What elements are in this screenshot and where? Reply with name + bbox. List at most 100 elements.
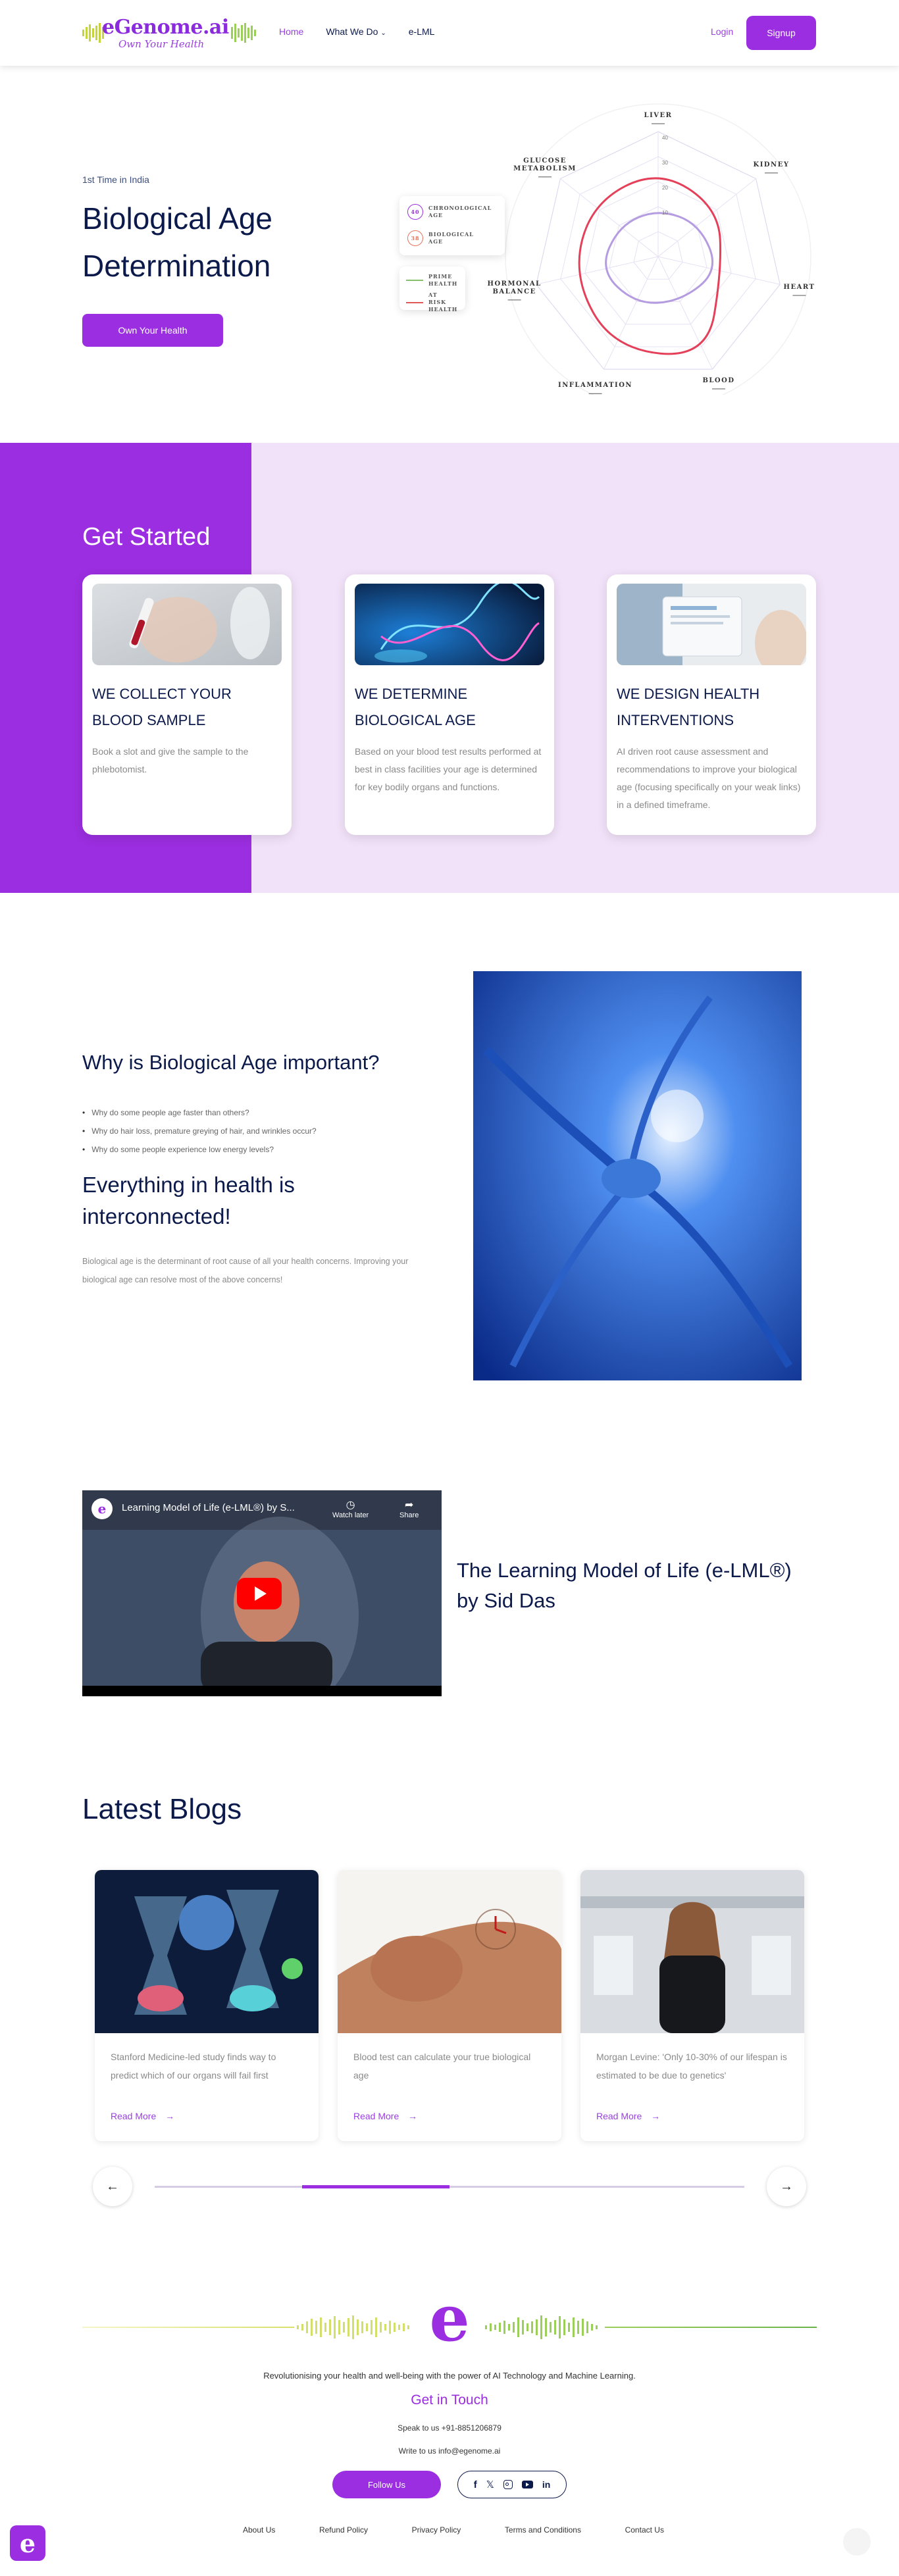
nav-what-we-do[interactable]: What We Do ⌄ <box>326 26 386 37</box>
own-your-health-button[interactable]: Own Your Health <box>82 314 223 347</box>
wave-bar <box>513 2322 515 2333</box>
social-links: f 𝕏 in <box>457 2471 567 2498</box>
main-nav: Home What We Do ⌄ e-LML <box>279 26 434 37</box>
wave-bar <box>527 2323 528 2331</box>
nav-elml[interactable]: e-LML <box>409 26 435 37</box>
page: eGenome.ai Own Your Health Home What We … <box>0 0 899 2576</box>
read-more-link[interactable]: Read More → <box>353 2111 417 2121</box>
wave-bar <box>324 2323 326 2332</box>
footer-phone[interactable]: Speak to us +91-8851206879 <box>0 2423 899 2433</box>
biological-age-radar: LIVER KIDNEY HEART BLOOD INFLAMMATION HORMONA… <box>395 79 816 410</box>
instagram-icon[interactable] <box>503 2480 513 2489</box>
blog-image-organs <box>95 1870 319 2033</box>
footer-link-privacy[interactable]: Privacy Policy <box>412 2525 461 2535</box>
read-more-link[interactable]: Read More → <box>111 2111 174 2121</box>
video-channel-logo[interactable]: e <box>91 1498 113 1519</box>
footer-link-contact[interactable]: Contact Us <box>625 2525 664 2535</box>
radar-spoke <box>536 256 659 285</box>
logo-wave-left <box>82 22 104 43</box>
footer-line-right <box>605 2327 817 2328</box>
blog-image-wrist <box>338 1870 561 2033</box>
radar-ticks: 40 30 20 10 <box>662 135 668 216</box>
wave-bar <box>375 2317 377 2337</box>
logo[interactable]: eGenome.ai Own Your Health <box>82 16 256 55</box>
step-title: WE DETERMINE BIOLOGICAL AGE <box>355 686 476 728</box>
blog-card[interactable]: Morgan Levine: 'Only 10-30% of our lifes… <box>580 1870 804 2141</box>
scroll-to-top-button[interactable] <box>843 2528 871 2556</box>
radar-series-line <box>605 212 714 304</box>
footer-email[interactable]: Write to us info@egenome.ai <box>0 2446 899 2456</box>
facebook-icon[interactable]: f <box>474 2479 477 2490</box>
wave-bar <box>394 2323 396 2332</box>
wave-bar <box>586 2321 588 2333</box>
wave-bar <box>301 2324 303 2331</box>
arrow-right-icon: → <box>651 2111 661 2121</box>
wave-bar <box>311 2319 313 2336</box>
wave-bar <box>554 2320 556 2335</box>
arrow-right-icon: → <box>408 2111 418 2121</box>
arrow-left-icon: ← <box>106 2179 119 2194</box>
radar-tick-label: 30 <box>662 160 668 166</box>
prev-slide-button[interactable]: ← <box>93 2167 132 2206</box>
signup-button[interactable]: Signup <box>746 16 816 50</box>
radar-axis-label: BALANCE <box>492 288 536 295</box>
share-icon: ➦ <box>404 1500 414 1511</box>
radar-axis-label: HORMONAL <box>488 280 542 288</box>
why-bullets: Why do some people age faster than other… <box>82 1103 317 1159</box>
step-card-collect: WE COLLECT YOUR BLOOD SAMPLE Book a slot… <box>82 574 292 835</box>
wave-bar <box>563 2319 565 2335</box>
x-icon[interactable]: 𝕏 <box>486 2479 494 2490</box>
biological-age-label: BIOLOGICAL AGE <box>428 231 474 245</box>
wave-bar <box>591 2324 593 2331</box>
footer-link-about[interactable]: About Us <box>243 2525 275 2535</box>
site-header: eGenome.ai Own Your Health Home What We … <box>0 0 899 66</box>
read-more-link[interactable]: Read More → <box>596 2111 660 2121</box>
linkedin-icon[interactable]: in <box>542 2479 550 2490</box>
wave-bar <box>343 2322 345 2333</box>
next-slide-button[interactable]: → <box>767 2167 806 2206</box>
read-more-label: Read More <box>111 2111 157 2121</box>
legend-swatch <box>406 301 423 303</box>
dna-image <box>355 584 544 665</box>
wave-bar <box>407 2325 409 2329</box>
logo-tagline: Own Your Health <box>118 38 205 50</box>
blog-text: Morgan Levine: 'Only 10-30% of our lifes… <box>596 2052 787 2081</box>
video-title[interactable]: Learning Model of Life (e-LML®) by S... <box>122 1502 295 1513</box>
wave-bar <box>329 2319 331 2335</box>
wave-bar <box>559 2316 561 2338</box>
wave-bar <box>490 2323 492 2331</box>
why-bullet: Why do some people age faster than other… <box>82 1103 317 1122</box>
watch-later-button[interactable]: ◷ Watch later <box>332 1498 369 1519</box>
blog-card[interactable]: Stanford Medicine-led study finds way to… <box>95 1870 319 2141</box>
wave-bar <box>508 2324 510 2331</box>
radar-spoke <box>657 178 756 257</box>
play-button[interactable] <box>237 1578 282 1609</box>
blood-sample-image <box>92 584 282 665</box>
wave-bar <box>522 2320 524 2335</box>
video-heading: The Learning Model of Life (e-LML®) by S… <box>457 1559 792 1612</box>
follow-us-button[interactable]: Follow Us <box>332 2471 441 2498</box>
read-more-label: Read More <box>596 2111 642 2121</box>
radar-tick-label: 10 <box>662 210 668 216</box>
footer-link-terms[interactable]: Terms and Conditions <box>505 2525 581 2535</box>
video-player[interactable]: e Learning Model of Life (e-LML®) by S..… <box>82 1490 442 1696</box>
wave-bar <box>494 2325 496 2330</box>
chronological-age-label: CHRONOLOGICAL AGE <box>428 205 492 218</box>
watch-later-label: Watch later <box>332 1511 369 1519</box>
login-link[interactable]: Login <box>711 26 733 37</box>
youtube-icon[interactable] <box>521 2481 533 2488</box>
wave-bar <box>338 2320 340 2335</box>
chat-launcher-button[interactable]: e <box>10 2525 45 2561</box>
read-more-label: Read More <box>353 2111 399 2121</box>
footer-link-refund[interactable]: Refund Policy <box>319 2525 368 2535</box>
wave-bar <box>550 2322 552 2333</box>
blog-card[interactable]: Blood test can calculate your true biolo… <box>338 1870 561 2141</box>
chronological-age-badge: 40 <box>407 204 423 220</box>
slider-progress[interactable] <box>155 2185 744 2188</box>
share-button[interactable]: ➦ Share <box>399 1498 419 1519</box>
clock-icon: ◷ <box>346 1500 355 1511</box>
step-title: WE DESIGN HEALTH INTERVENTIONS <box>617 686 760 728</box>
step-card-determine: WE DETERMINE BIOLOGICAL AGE Based on you… <box>345 574 554 835</box>
nav-home[interactable]: Home <box>279 26 303 37</box>
wave-bar <box>403 2323 405 2331</box>
